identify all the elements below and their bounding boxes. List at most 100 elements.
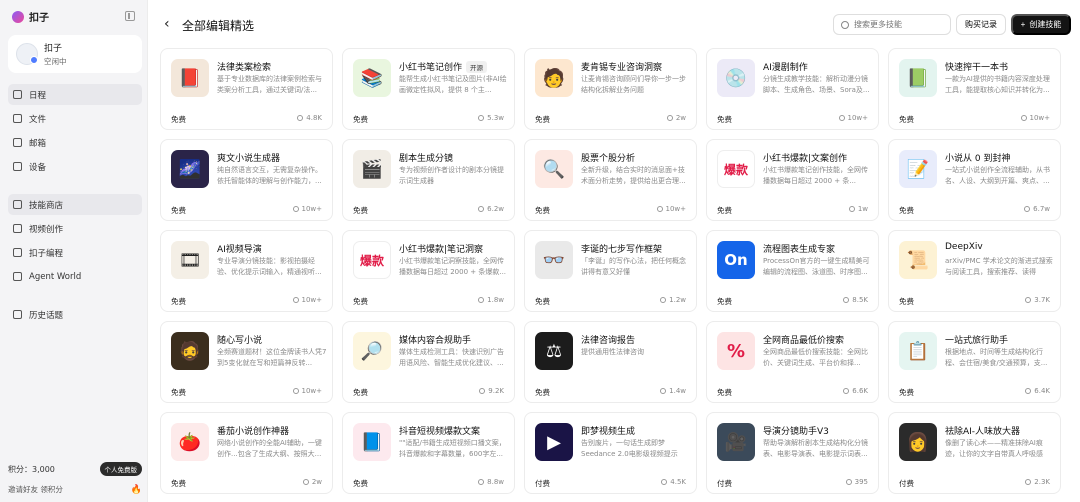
skill-card[interactable]: 爆款 小红书爆款|文案创作 小红书爆款笔记创作技能，全网传播数据每日超过 2000 … — [706, 139, 879, 221]
user-count-icon — [478, 115, 485, 121]
skill-card[interactable]: % 全网商品最低价搜索 全网商品最低价搜索技能：全网比价、关键词生成、平台价和择..… — [706, 321, 879, 403]
user-count: 10w+ — [1029, 114, 1051, 122]
mail-icon — [13, 138, 22, 147]
nav-item[interactable]: 视频创作 — [8, 218, 142, 239]
skill-description: 让麦肯锡咨询顾问们导你一步一步结构化拆解业务问题 — [581, 75, 686, 94]
skill-card[interactable]: On 流程图表生成专家 ProcessOn官方的一键生成精美可编辑的流程图、泳道图、… — [706, 230, 879, 312]
skill-card[interactable]: 🎬 剧本生成分镜 专为视频创作者设计的剧本分镜提示词生成器 免费 6.2w — [342, 139, 515, 221]
nav-item-label: 文件 — [29, 114, 47, 125]
plan-badge[interactable]: 个人免费版 — [99, 462, 142, 476]
skill-title: 快速搾干一本书 — [945, 60, 1008, 73]
skill-price: 免费 — [717, 206, 732, 215]
skill-card[interactable]: 👩 祛除AI-人味放大器 像删了读心术——精准抹除AI痕迹，让你的文字自带真人呼吸感… — [888, 412, 1061, 494]
skill-title-text: 爽文小说生成器 — [217, 154, 281, 164]
skill-description: 全频赛道题材！这位金牌读书人凭7到5变化就在写和短篇神反转... — [217, 348, 327, 367]
skill-thumbnail: 📚 — [353, 59, 391, 97]
skill-price: 免费 — [717, 388, 732, 397]
skill-title-text: 小说从 0 到封神 — [945, 154, 1011, 164]
skill-card[interactable]: ⚖ 法律咨询报告 提供通用性法律咨询 免费 1.4w — [524, 321, 697, 403]
user-count-icon — [660, 297, 667, 303]
skill-price: 付费 — [717, 479, 732, 488]
skill-users: 5.3w — [478, 114, 504, 122]
skill-thumbnail: 📋 — [899, 332, 937, 370]
skill-thumbnail: 📘 — [353, 423, 391, 461]
skill-title: 流程图表生成专家 — [763, 242, 835, 255]
brand[interactable]: 扣子 — [12, 9, 49, 24]
skill-description: 分镜生成教学技能：解析动漫分镜脚本、生成角色、场景、Sora及... — [763, 75, 870, 94]
skill-card[interactable]: 📋 一站式旅行助手 根据地点、时间等生成结构化行程、会住宿/美食/交通预算，支...… — [888, 321, 1061, 403]
user-count-icon — [843, 388, 850, 394]
skill-grid: 📕 法律类案检索 基于专业数据库的法律案例检索与类案分析工具，通过关键词/法... 免… — [160, 48, 1075, 494]
device-icon — [13, 162, 22, 171]
user-card[interactable]: 扣子 空闲中 — [8, 35, 142, 73]
nav-mid: 技能商店视频创作扣子编程 Agent World — [8, 194, 142, 290]
user-count: 10w+ — [301, 205, 323, 213]
user-count: 8.8w — [487, 478, 504, 486]
nav-item[interactable]: 扣子编程 — [8, 242, 142, 263]
skill-title: 爽文小说生成器 — [217, 151, 280, 164]
skill-card[interactable]: 🌌 爽文小说生成器 纯自然语言交互，无需复杂操作。依托智能体的理解与创作能力，...… — [160, 139, 333, 221]
skill-card[interactable]: 🧑 麦肯锡专业咨询洞察 让麦肯锡咨询顾问们导你一步一步结构化拆解业务问题 免费 2w — [524, 48, 697, 130]
skill-card[interactable]: 📘 抖音短视频爆款文案 ""适配/书籍生成短视频口播文案，抖音爆款和字幕数量，600… — [342, 412, 515, 494]
skill-price: 免费 — [171, 115, 186, 124]
search-box[interactable] — [833, 14, 951, 35]
skill-card[interactable]: 🎥 导演分镜助手V3 帮助导演解析剧本生成结构化分镜表、电影导演表、电影提示词表..… — [706, 412, 879, 494]
user-count-icon — [478, 206, 485, 212]
skill-users: 6.7w — [1024, 205, 1050, 213]
skill-users: 10w+ — [656, 205, 686, 213]
skill-card[interactable]: ▶ 即梦视频生成告别废片，一句话生成即梦Seedance 2.0电影级视频提示词。… — [524, 412, 697, 494]
skill-price: 付费 — [899, 479, 914, 488]
code-icon — [13, 248, 22, 257]
skill-card[interactable]: 📗 快速搾干一本书 一款为AI提供的书籍内容深度处理工具，能提取核心知识并转化为..… — [888, 48, 1061, 130]
app-name: 扣子 — [29, 13, 49, 24]
page-title: 全部编辑精选 — [182, 19, 255, 33]
skill-title-text: 麦肯锡专业咨询洞察 — [581, 63, 663, 73]
user-count: 1.4w — [669, 387, 686, 395]
skill-card[interactable]: 📚 小红书笔记创作 开源 能帮生成小红书笔记及图片(非AI绘画微定性拟风，提供 8 个… — [342, 48, 515, 130]
invite-link[interactable]: 邀请好友 领积分 — [8, 484, 63, 495]
back-arrow-icon[interactable]: ‹ — [164, 16, 170, 32]
skill-card[interactable]: 💿 AI漫剧制作 分镜生成教学技能：解析动漫分镜脚本、生成角色、场景、Sora及..… — [706, 48, 879, 130]
user-count: 1.2w — [669, 296, 686, 304]
nav-item[interactable]: 日程 — [8, 84, 142, 105]
skill-thumbnail: 💿 — [717, 59, 755, 97]
fire-icon: 🔥 — [130, 484, 142, 495]
purchase-history-button[interactable]: 购买记录 — [956, 14, 1006, 35]
skill-title-text: 全网商品最低价搜索 — [763, 336, 845, 346]
skill-users: 10w+ — [292, 205, 323, 213]
skill-users: 4.8K — [297, 114, 322, 122]
skill-title: 小红书爆款|文案创作 — [763, 151, 847, 164]
skill-card[interactable]: 🧔 随心写小说 全频赛道题材！这位金牌读书人凭7到5变化就在写和短篇神反转... 免费… — [160, 321, 333, 403]
skill-price: 免费 — [535, 388, 550, 397]
skill-card[interactable]: 📝 小说从 0 到封神 一站式小说创作全流程辅助，从书名、人设、大纲到开篇、爽点、.… — [888, 139, 1061, 221]
skill-card[interactable]: 🎞 AI视频导演 专业导演分镜技能：影视拍摄经验、优化提示词输入，精通视听... 免费… — [160, 230, 333, 312]
skill-thumbnail: 🎬 — [353, 150, 391, 188]
nav-item[interactable]: 设备 — [8, 156, 142, 177]
skill-card[interactable]: 📕 法律类案检索 基于专业数据库的法律案例检索与类案分析工具，通过关键词/法... 免… — [160, 48, 333, 130]
nav-item[interactable]: 历史话题 — [8, 304, 142, 325]
skill-card[interactable]: 🔍 股票个股分析 全新升级，结合实时的消息面+技术面分析走势，提供给出更合理... 免… — [524, 139, 697, 221]
skill-users: 8.5K — [843, 296, 868, 304]
skill-users: 10w+ — [838, 114, 868, 122]
user-count-icon — [656, 206, 663, 212]
skill-thumbnail: 🌌 — [171, 150, 209, 188]
skill-card[interactable]: 🔎 媒体内容合规助手 媒体生成检测工具：快速识别广告用语风险、智能生成优化建议、..… — [342, 321, 515, 403]
create-skill-button[interactable]: + 创建技能 — [1011, 14, 1071, 35]
skill-card[interactable]: 👓 李诞的七步写作框架 「李诞」的写作心法，把任何概念讲得有意又好懂 免费 1.2w — [524, 230, 697, 312]
skill-card[interactable]: 爆款 小红书爆款|笔记洞察 小红书爆款笔记洞察技能，全网传播数据每日超过 2000 … — [342, 230, 515, 312]
search-input[interactable] — [854, 20, 944, 29]
nav-item[interactable]: 文件 — [8, 108, 142, 129]
skill-card[interactable]: 🍅 番茄小说创作神器 网络小说创作的全能AI辅助，一键创作...包含了生成大纲、按照… — [160, 412, 333, 494]
sidebar-collapse-icon[interactable] — [125, 11, 135, 21]
skill-title-text: 导演分镜助手V3 — [763, 427, 829, 437]
skill-description: 像删了读心术——精准抹除AI痕迹，让你的文字自带真人呼吸感 — [945, 439, 1043, 458]
nav-item[interactable]: Agent World — [8, 266, 142, 287]
skill-price: 免费 — [171, 388, 186, 397]
nav-item-label: 历史话题 — [29, 310, 64, 321]
nav-item[interactable]: 技能商店 — [8, 194, 142, 215]
skill-description: 专业导演分镜技能：影视拍摄经验、优化提示词输入，精通视听... — [217, 257, 322, 276]
skill-card[interactable]: 📜 DeepXiv arXiv/PMC 学术论文的渐进式搜索与阅读工具，搜索推荐、读… — [888, 230, 1061, 312]
skill-description: ProcessOn官方的一键生成精美可编辑的流程图、泳道图、时序图... — [763, 257, 870, 276]
user-count-icon — [292, 388, 299, 394]
nav-item[interactable]: 邮箱 — [8, 132, 142, 153]
